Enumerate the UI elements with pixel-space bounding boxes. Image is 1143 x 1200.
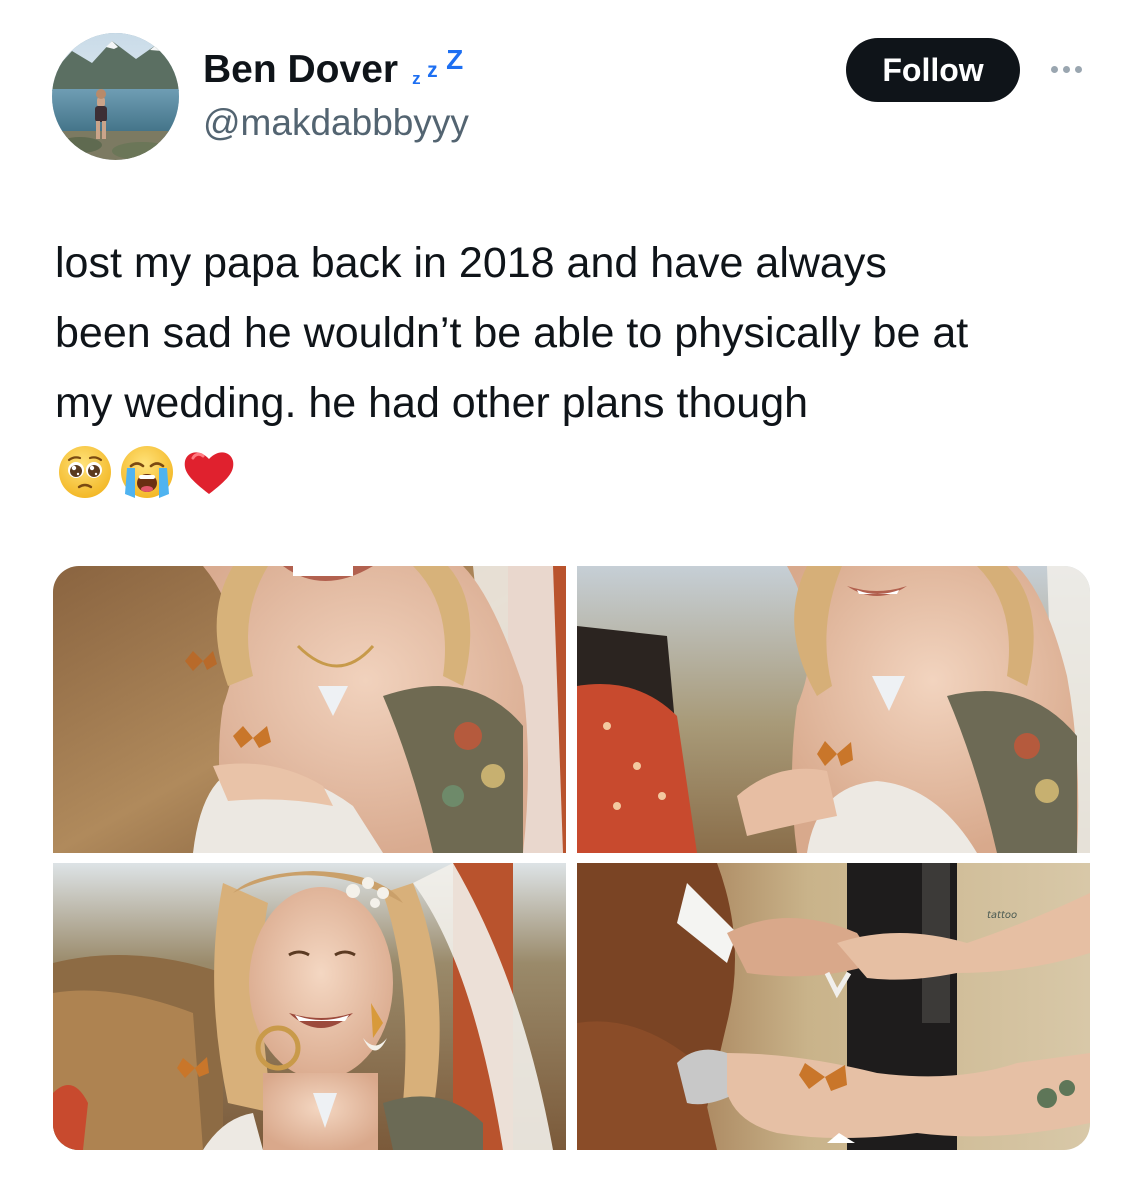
tweet-text-line: lost my papa back in 2018 and have alway… xyxy=(55,239,887,287)
user-avatar[interactable] xyxy=(52,33,179,160)
zzz-sleep-icon: zzZ xyxy=(412,44,464,88)
name-row: Ben Dover zzZ xyxy=(203,44,472,96)
bride-smiling-butterfly-shoulder-photo[interactable] xyxy=(53,863,566,1150)
display-name[interactable]: Ben Dover xyxy=(203,48,398,92)
red-heart-icon xyxy=(184,452,234,494)
ellipsis-icon xyxy=(1050,65,1058,73)
more-options-button[interactable] xyxy=(1040,54,1092,84)
tweet-text-line: been sad he wouldn’t be able to physical… xyxy=(55,309,969,357)
bride-butterfly-on-hand-photo[interactable] xyxy=(53,566,566,853)
tweet-header: Ben Dover zzZ @makdabbbyyy Follow xyxy=(0,0,1143,190)
tweet-text-line: my wedding. he had other plans though xyxy=(55,379,809,427)
svg-text:tattoo: tattoo xyxy=(987,910,1017,921)
follow-button[interactable]: Follow xyxy=(846,38,1020,102)
emoji-row xyxy=(57,444,237,500)
loudly-crying-face-icon xyxy=(121,446,173,498)
holding-hands-butterfly-photo[interactable]: tattoo xyxy=(577,863,1090,1150)
tweet-text: lost my papa back in 2018 and have alway… xyxy=(55,228,1105,438)
pleading-face-icon xyxy=(59,446,111,498)
bride-reaching-butterfly-photo[interactable] xyxy=(577,566,1090,853)
user-handle[interactable]: @makdabbbyyy xyxy=(203,102,469,144)
avatar-lake-photo-icon xyxy=(52,33,179,160)
media-grid: tattoo xyxy=(53,566,1090,1150)
